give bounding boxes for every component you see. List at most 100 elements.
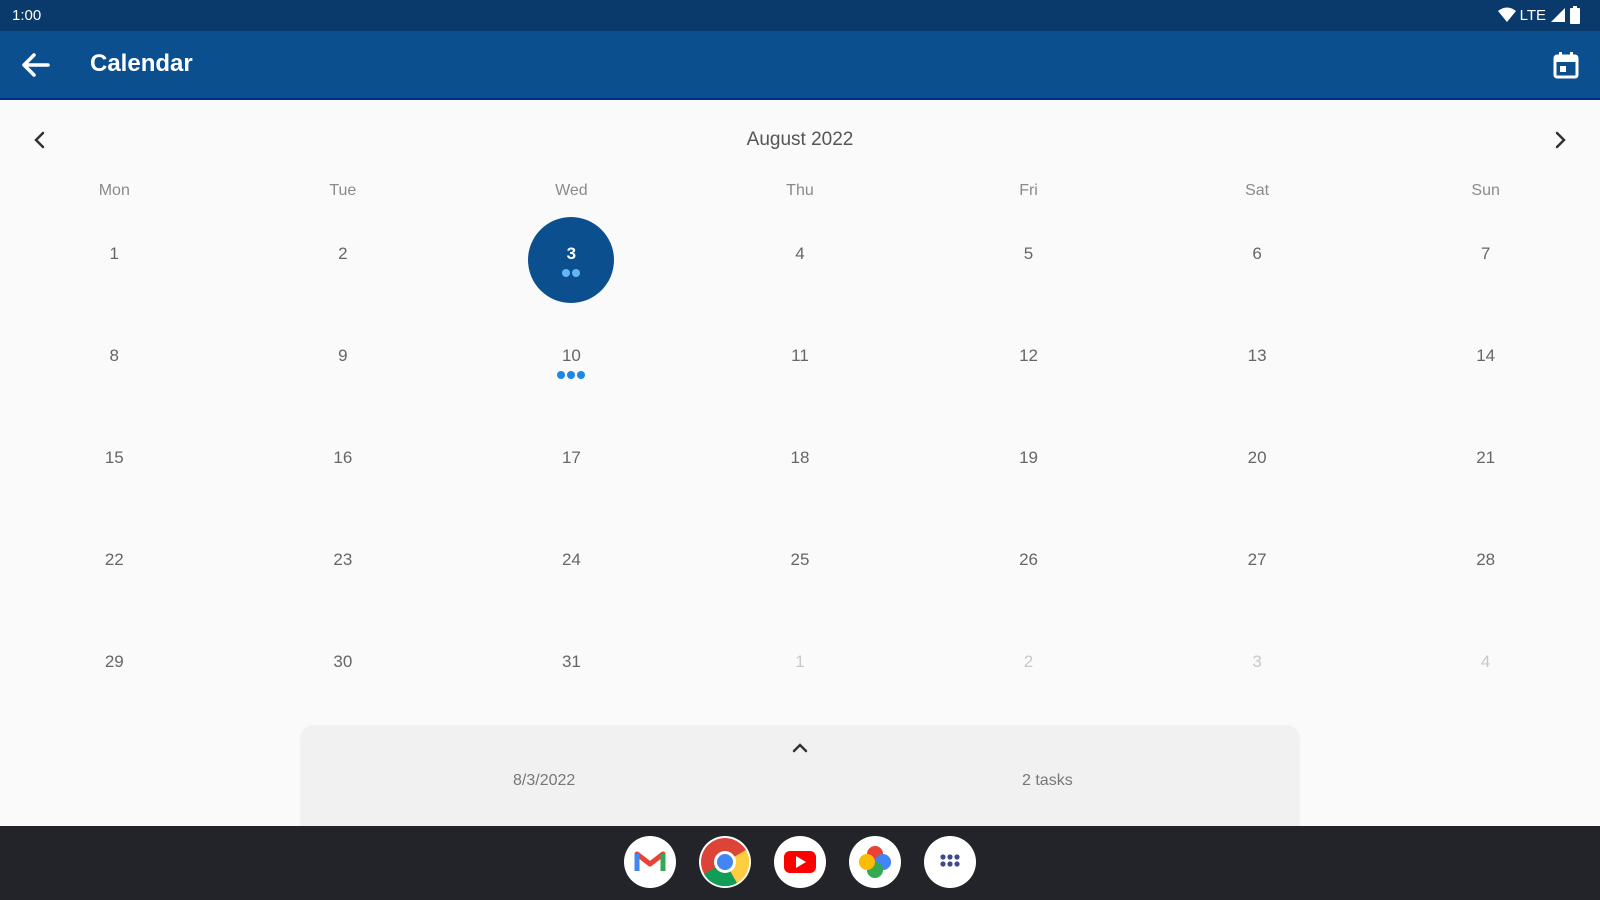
task-dot [567, 371, 576, 379]
weekday-label: Wed [555, 182, 588, 199]
day-cell[interactable]: 8 [0, 309, 229, 411]
day-cell[interactable]: 29 [0, 615, 229, 717]
day-cell[interactable]: 16 [229, 411, 458, 513]
next-month-button[interactable] [1548, 128, 1572, 152]
day-cell[interactable]: 22 [0, 513, 229, 615]
day-cell[interactable]: 17 [457, 411, 686, 513]
day-cell[interactable]: 6 [1143, 207, 1372, 309]
calendar-today-icon[interactable] [1550, 49, 1582, 81]
week-row: 1 2 3 4 5 6 7 [0, 207, 1600, 309]
day-cell-selected[interactable]: 3 [457, 207, 686, 309]
day-number: 5 [1023, 244, 1034, 263]
day-cell[interactable]: 25 [686, 513, 915, 615]
selected-date-label: 8/3/2022 [513, 772, 576, 789]
day-number: 6 [1252, 244, 1262, 263]
day-number: 25 [790, 550, 810, 569]
app-drawer-button[interactable] [924, 836, 976, 888]
gmail-app-icon[interactable] [624, 836, 676, 888]
photos-icon [859, 846, 891, 878]
day-cell[interactable]: 11 [686, 309, 915, 411]
day-number: 14 [1476, 346, 1496, 365]
weekday-label: Sun [1471, 182, 1500, 199]
tasks-bottom-sheet[interactable]: 8/3/2022 2 tasks [300, 725, 1300, 826]
day-cell[interactable]: 2 [229, 207, 458, 309]
day-cell[interactable]: 23 [229, 513, 458, 615]
day-number: 1 [109, 244, 120, 263]
calendar-grid: Mon Tue Wed Thu Fri Sat Sun 1 2 3 4 5 6 … [0, 175, 1600, 717]
week-row: 8 9 10 11 12 13 14 [0, 309, 1600, 411]
day-number: 15 [104, 448, 124, 467]
day-cell[interactable]: 4 [686, 207, 915, 309]
day-number: 8 [109, 346, 120, 365]
day-number: 29 [104, 652, 124, 671]
youtube-icon [784, 851, 816, 873]
task-count-label: 2 tasks [1022, 772, 1073, 789]
day-cell[interactable]: 14 [1371, 309, 1600, 411]
page-title: Calendar [90, 50, 193, 77]
day-cell-next-month[interactable]: 4 [1371, 615, 1600, 717]
weekday-label: Mon [98, 182, 130, 199]
day-number: 22 [104, 550, 124, 569]
day-cell[interactable]: 7 [1371, 207, 1600, 309]
task-dot [562, 269, 571, 277]
weekday-label: Fri [1019, 182, 1038, 199]
weekday-label: Tue [329, 182, 357, 199]
battery-icon [1570, 6, 1580, 24]
day-cell[interactable]: 12 [914, 309, 1143, 411]
day-cell[interactable]: 30 [229, 615, 458, 717]
day-cell[interactable]: 15 [0, 411, 229, 513]
back-arrow-icon[interactable] [20, 51, 52, 79]
month-label: August 2022 [746, 129, 854, 150]
day-cell[interactable]: 21 [1371, 411, 1600, 513]
day-number: 17 [561, 448, 581, 467]
day-number: 18 [790, 448, 810, 467]
week-row: 29 30 31 1 2 3 4 [0, 615, 1600, 717]
day-cell[interactable]: 26 [914, 513, 1143, 615]
day-cell[interactable]: 20 [1143, 411, 1372, 513]
day-cell[interactable]: 19 [914, 411, 1143, 513]
day-cell[interactable]: 24 [457, 513, 686, 615]
day-cell[interactable]: 1 [0, 207, 229, 309]
day-cell[interactable]: 28 [1371, 513, 1600, 615]
chevron-up-icon[interactable] [787, 738, 813, 758]
weekday-label: Thu [786, 182, 814, 199]
status-bar: 1:00 LTE [0, 0, 1600, 31]
day-number: 30 [333, 652, 353, 671]
day-cell[interactable]: 13 [1143, 309, 1372, 411]
day-cell[interactable]: 18 [686, 411, 915, 513]
day-cell[interactable]: 27 [1143, 513, 1372, 615]
day-number: 13 [1247, 346, 1267, 365]
day-number: 4 [795, 244, 805, 263]
day-cell[interactable]: 5 [914, 207, 1143, 309]
day-cell-next-month[interactable]: 1 [686, 615, 915, 717]
day-number: 26 [1019, 550, 1038, 569]
day-number: 16 [333, 448, 353, 467]
app-bar: Calendar [0, 31, 1600, 100]
day-number: 4 [1480, 652, 1491, 671]
day-number: 3 [566, 244, 577, 263]
chrome-app-icon[interactable] [699, 836, 751, 888]
day-cell[interactable]: 10 [457, 309, 686, 411]
day-number: 21 [1476, 448, 1496, 467]
day-number: 27 [1247, 550, 1267, 569]
day-number: 24 [561, 550, 581, 569]
weekday-header-row: Mon Tue Wed Thu Fri Sat Sun [0, 175, 1600, 207]
task-dot [572, 269, 581, 277]
day-number: 23 [333, 550, 353, 569]
youtube-app-icon[interactable] [774, 836, 826, 888]
taskbar [0, 826, 1600, 900]
network-label: LTE [1519, 6, 1546, 24]
day-number: 9 [338, 346, 348, 365]
photos-app-icon[interactable] [849, 836, 901, 888]
week-row: 22 23 24 25 26 27 28 [0, 513, 1600, 615]
day-cell-next-month[interactable]: 3 [1143, 615, 1372, 717]
day-number: 7 [1480, 244, 1491, 263]
signal-icon [1551, 8, 1565, 22]
day-number: 12 [1019, 346, 1038, 365]
day-cell[interactable]: 9 [229, 309, 458, 411]
day-number: 1 [795, 652, 805, 671]
day-number: 2 [338, 244, 348, 263]
day-number: 2 [1023, 652, 1034, 671]
day-cell-next-month[interactable]: 2 [914, 615, 1143, 717]
day-cell[interactable]: 31 [457, 615, 686, 717]
